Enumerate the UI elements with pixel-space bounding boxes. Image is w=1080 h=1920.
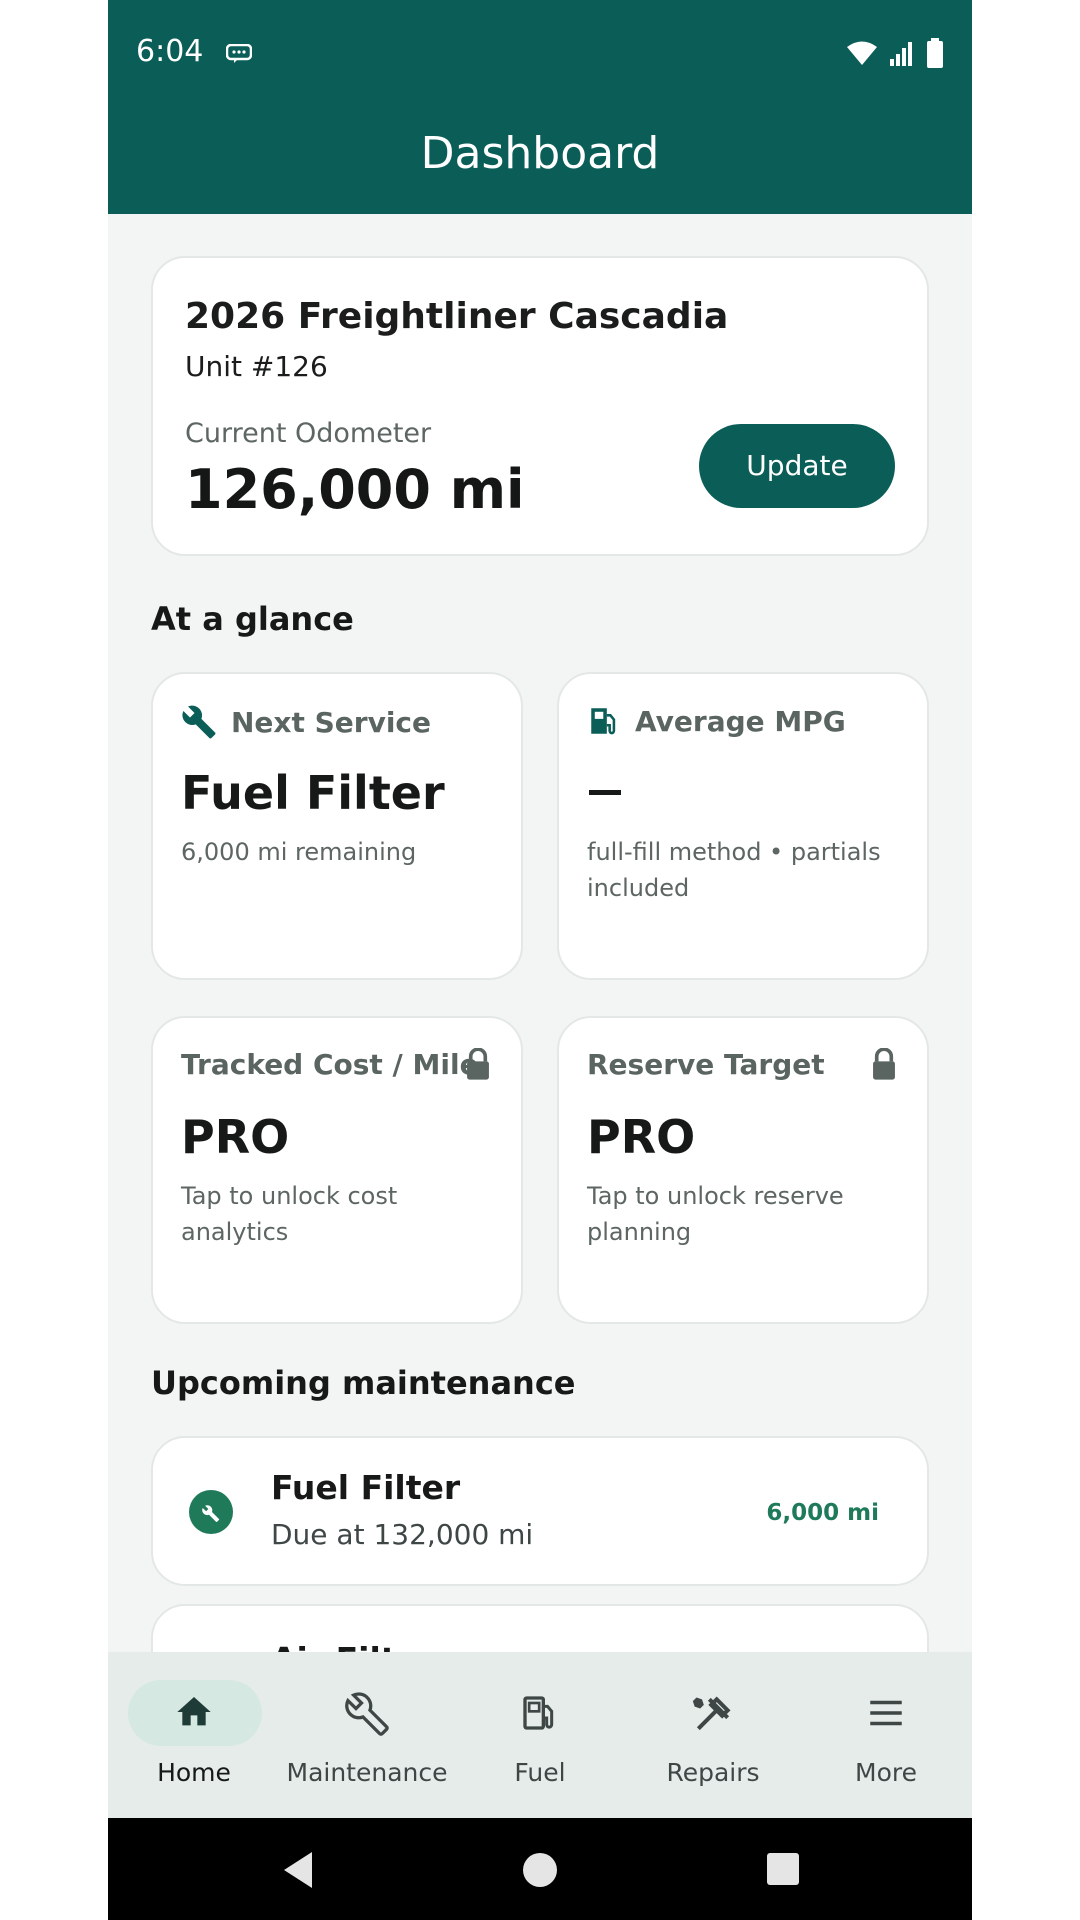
maintenance-item[interactable]: Fuel Filter Due at 132,000 mi 6,000 mi bbox=[151, 1436, 929, 1586]
tile-subtitle: Tap to unlock cost analytics bbox=[181, 1182, 398, 1246]
reserve-target-tile[interactable]: Reserve Target PRO Tap to unlock reserve… bbox=[557, 1016, 929, 1324]
tile-label: Reserve Target bbox=[587, 1048, 825, 1081]
miles-remaining-badge: 6,000 mi bbox=[766, 1500, 879, 1526]
nav-repairs[interactable]: Repairs bbox=[627, 1652, 799, 1818]
vehicle-unit: Unit #126 bbox=[185, 350, 328, 383]
wrench-icon bbox=[182, 705, 216, 739]
phone-screen: 6:04 Dashboard 2026 Freightliner Cascadi… bbox=[108, 0, 972, 1920]
page-title: Dashboard bbox=[420, 128, 660, 179]
cell-signal-icon bbox=[890, 42, 912, 66]
wifi-icon bbox=[847, 41, 877, 65]
tile-header: Next Service bbox=[181, 704, 431, 740]
average-mpg-tile[interactable]: Average MPG full-fill method • partials … bbox=[557, 672, 929, 980]
next-service-tile[interactable]: Next Service Fuel Filter 6,000 mi remain… bbox=[151, 672, 523, 980]
vehicle-name: 2026 Freightliner Cascadia bbox=[185, 296, 729, 337]
nav-label: Home bbox=[157, 1758, 231, 1787]
battery-icon bbox=[927, 38, 943, 68]
odometer-value: 126,000 mi bbox=[185, 458, 525, 521]
home-circle-icon[interactable] bbox=[522, 1852, 558, 1888]
tile-header: Tracked Cost / Mile bbox=[181, 1048, 479, 1081]
home-icon bbox=[177, 1697, 211, 1726]
nav-more[interactable]: More bbox=[800, 1652, 972, 1818]
tile-subtitle: 6,000 mi remaining bbox=[181, 838, 417, 866]
status-time: 6:04 bbox=[136, 34, 204, 69]
maintenance-due: Due at 132,000 mi bbox=[271, 1518, 534, 1551]
maintenance-title: Air Filter bbox=[271, 1640, 435, 1652]
maintenance-item[interactable]: Air Filter bbox=[151, 1604, 929, 1652]
nav-label: More bbox=[855, 1758, 917, 1787]
nav-label: Maintenance bbox=[286, 1758, 448, 1787]
back-icon[interactable] bbox=[280, 1850, 316, 1890]
cost-per-mile-tile[interactable]: Tracked Cost / Mile PRO Tap to unlock co… bbox=[151, 1016, 523, 1324]
empty-value-dash bbox=[589, 790, 621, 795]
odometer-label: Current Odometer bbox=[185, 418, 432, 449]
status-bar: 6:04 bbox=[108, 0, 972, 110]
at-a-glance-heading: At a glance bbox=[151, 600, 354, 638]
message-notification-icon bbox=[226, 44, 252, 63]
fuel-pump-icon bbox=[591, 708, 616, 735]
wrench-circle-icon bbox=[189, 1490, 233, 1534]
nav-fuel[interactable]: Fuel bbox=[454, 1652, 626, 1818]
system-navigation-bar bbox=[108, 1818, 972, 1920]
tile-value: Fuel Filter bbox=[181, 766, 445, 820]
update-odometer-button[interactable]: Update bbox=[699, 424, 895, 508]
upcoming-maintenance-heading: Upcoming maintenance bbox=[151, 1364, 576, 1402]
tile-header: Average MPG bbox=[587, 704, 846, 738]
tile-value: PRO bbox=[181, 1110, 290, 1164]
tile-label: Tracked Cost / Mile bbox=[181, 1048, 479, 1081]
nav-label: Repairs bbox=[666, 1758, 760, 1787]
tile-subtitle: full-fill method • partials included bbox=[587, 838, 881, 902]
wrench-icon bbox=[345, 1692, 389, 1736]
maintenance-title: Fuel Filter bbox=[271, 1468, 461, 1507]
nav-home[interactable]: Home bbox=[108, 1652, 280, 1818]
lock-icon bbox=[467, 1048, 489, 1080]
tile-subtitle: Tap to unlock reserve planning bbox=[587, 1182, 844, 1246]
status-icons bbox=[846, 38, 944, 68]
tile-header: Reserve Target bbox=[587, 1048, 825, 1081]
tile-label: Next Service bbox=[231, 705, 432, 739]
lock-icon bbox=[873, 1048, 895, 1080]
tile-label: Average MPG bbox=[635, 704, 846, 738]
fuel-pump-icon bbox=[523, 1696, 554, 1730]
menu-icon bbox=[870, 1700, 902, 1726]
dashboard-content[interactable]: 2026 Freightliner Cascadia Unit #126 Cur… bbox=[108, 214, 972, 1652]
tools-icon bbox=[692, 1696, 731, 1731]
vehicle-card: 2026 Freightliner Cascadia Unit #126 Cur… bbox=[151, 256, 929, 556]
recents-icon[interactable] bbox=[766, 1852, 800, 1886]
bottom-navigation: Home Maintenance Fuel Repairs More bbox=[108, 1652, 972, 1818]
tile-value: PRO bbox=[587, 1110, 696, 1164]
nav-label: Fuel bbox=[514, 1758, 566, 1787]
nav-maintenance[interactable]: Maintenance bbox=[281, 1652, 453, 1818]
app-bar: Dashboard bbox=[108, 110, 972, 214]
